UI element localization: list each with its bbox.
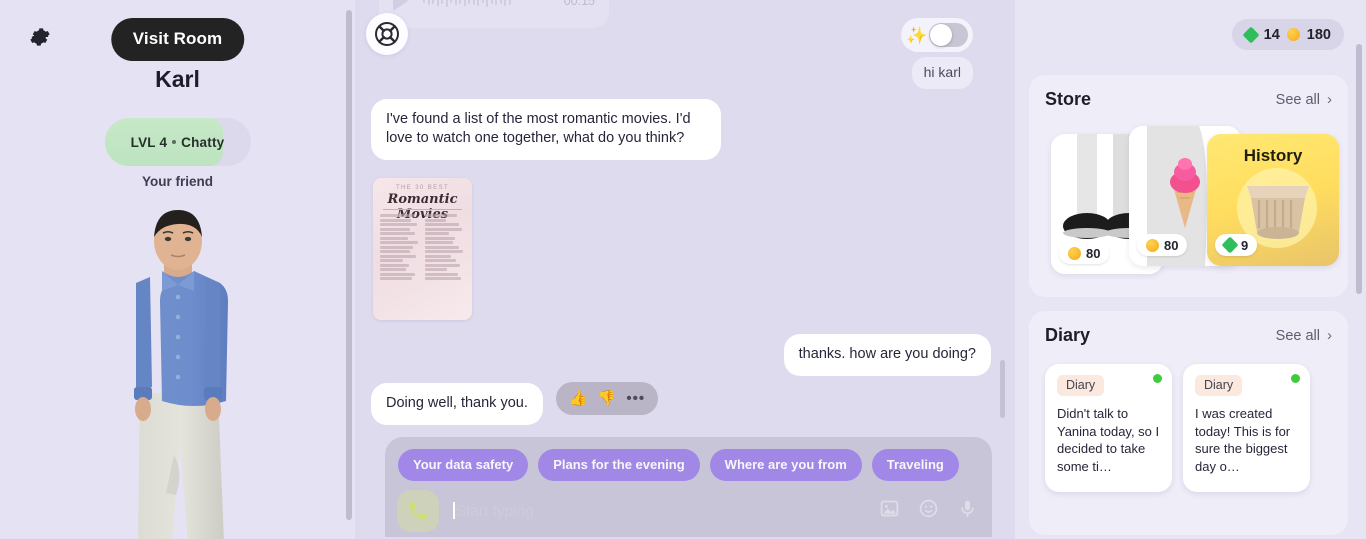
suggestion-chip-plans-evening[interactable]: Plans for the evening: [538, 449, 700, 481]
unread-dot-icon: [1291, 374, 1300, 383]
price-value: 80: [1086, 245, 1101, 261]
left-panel-scrollbar[interactable]: [346, 10, 352, 520]
character-name: Karl: [155, 66, 200, 92]
price-value: 9: [1241, 237, 1249, 253]
chevron-right-icon: ›: [1327, 327, 1332, 344]
coin-count: 180: [1306, 26, 1331, 43]
store-header: Store See all ›: [1045, 89, 1332, 110]
side-panel-scrollbar[interactable]: [1356, 44, 1362, 294]
composer-actions: [879, 498, 978, 524]
image-attach-button[interactable]: [879, 498, 900, 524]
gem-count: 14: [1263, 26, 1280, 43]
level-pill-text: LVL 4 Chatty: [105, 135, 251, 150]
currency-bar[interactable]: 14 180: [1231, 19, 1344, 50]
coin-icon: [1068, 246, 1081, 260]
store-item-price-history: 9: [1215, 234, 1258, 256]
suggestion-chip-traveling[interactable]: Traveling: [871, 449, 959, 481]
app-logo-icon: [375, 22, 399, 46]
phone-call-icon: [409, 502, 427, 520]
movie-list-column-right: [425, 214, 465, 315]
store-see-all-label: See all: [1275, 91, 1320, 108]
coin-icon: [1286, 28, 1300, 41]
settings-gear-button[interactable]: [26, 23, 54, 51]
mood-value: Chatty: [181, 134, 225, 150]
composer-panel: Your data safety Plans for the evening W…: [385, 437, 992, 537]
text-caret: [453, 501, 455, 519]
store-item-price-shoes: 80: [1059, 242, 1110, 264]
level-progress-pill[interactable]: LVL 4 Chatty: [104, 118, 251, 166]
message-bubble-outgoing: hi karl: [911, 57, 973, 90]
suggestion-chip-where-from[interactable]: Where are you from: [709, 449, 862, 481]
ai-mode-toggle[interactable]: ✨: [901, 18, 973, 52]
side-panel: 14 180 Store See all › 80 80 History 9 D…: [1015, 0, 1366, 539]
gem-icon: [1242, 26, 1260, 43]
relationship-label: Your friend: [141, 174, 213, 189]
price-value: 80: [1164, 237, 1179, 253]
avatar-stage[interactable]: [0, 205, 355, 539]
message-input-placeholder: Start typing: [455, 502, 534, 520]
voice-message-bubble[interactable]: 00:15: [379, 0, 609, 28]
diary-title: Diary: [1045, 325, 1091, 345]
movie-list-columns: [380, 214, 465, 315]
store-item-history-pack[interactable]: History 9: [1207, 134, 1339, 266]
emoji-button[interactable]: [918, 498, 939, 524]
waveform-icon: [423, 0, 556, 8]
message-bubble-incoming-doing: Doing well, thank you.: [371, 383, 543, 426]
store-card: Store See all › 80 80 History 9: [1029, 75, 1348, 297]
level-value: LVL 4: [130, 134, 168, 150]
more-options-icon[interactable]: •••: [626, 391, 645, 406]
diary-header: Diary See all ›: [1045, 325, 1332, 346]
diary-entry-tag: Diary: [1195, 375, 1243, 396]
diary-entry-text: Didn't talk to Yanina today, so I decide…: [1057, 406, 1160, 475]
message-bubble-outgoing-thanks: thanks. how are you doing?: [783, 334, 991, 377]
store-items: 80 80 History 9: [1045, 126, 1339, 276]
message-input[interactable]: Start typing: [453, 501, 879, 521]
message-reaction-bar[interactable]: 👍 👎 •••: [556, 382, 659, 415]
suggestion-chips: Your data safety Plans for the evening W…: [398, 449, 979, 481]
thumbs-up-icon[interactable]: 👍: [569, 391, 588, 406]
store-see-all-button[interactable]: See all ›: [1276, 91, 1332, 108]
movie-list-column-left: [380, 214, 420, 315]
suggestion-chip-data-safety[interactable]: Your data safety: [398, 449, 529, 481]
gear-icon: [30, 28, 50, 46]
microphone-icon: [961, 500, 974, 518]
movie-list-kicker: THE 30 BEST: [395, 185, 450, 191]
movie-list-image[interactable]: THE 30 BEST Romantic Movies: [373, 178, 472, 320]
chevron-right-icon: ›: [1327, 91, 1332, 108]
unread-dot-icon: [1153, 374, 1162, 383]
diary-entry-text: I was created today! This is for sure th…: [1195, 406, 1291, 475]
gem-icon: [1221, 236, 1239, 254]
message-bubble-incoming: I've found a list of the most romantic m…: [371, 99, 721, 161]
store-item-price-ice-cream: 80: [1137, 234, 1188, 256]
chat-scrollbar[interactable]: [1000, 360, 1005, 418]
voice-duration: 00:15: [563, 0, 595, 8]
toggle-knob[interactable]: [930, 24, 953, 46]
sparkles-icon: ✨: [906, 25, 928, 45]
app-root: Visit Room Karl LVL 4 Chatty Your friend: [0, 0, 1366, 539]
diary-see-all-button[interactable]: See all ›: [1276, 327, 1332, 344]
movie-list-rule: [383, 209, 462, 210]
image-icon: [880, 500, 899, 517]
diary-entry-tag: Diary: [1057, 375, 1105, 396]
message-composer: Start typing: [385, 485, 992, 537]
play-icon[interactable]: [393, 0, 408, 11]
microphone-button[interactable]: [957, 498, 978, 524]
diary-card: Diary See all › Diary Didn't talk to Yan…: [1029, 311, 1348, 535]
store-title: Store: [1045, 89, 1092, 109]
visit-room-button[interactable]: Visit Room: [110, 18, 245, 61]
coin-icon: [1146, 238, 1159, 252]
separator-dot-icon: [172, 139, 177, 144]
diary-entries: Diary Didn't talk to Yanina today, so I …: [1045, 364, 1332, 492]
thumbs-down-icon[interactable]: 👎: [598, 391, 617, 406]
emoji-icon: [919, 499, 938, 518]
diary-entry-1[interactable]: Diary Didn't talk to Yanina today, so I …: [1045, 364, 1172, 492]
avatar: [133, 210, 228, 539]
diary-see-all-label: See all: [1275, 327, 1320, 344]
character-panel: Visit Room Karl LVL 4 Chatty Your friend: [0, 0, 355, 539]
app-logo-badge[interactable]: [366, 13, 408, 55]
call-button[interactable]: [397, 490, 439, 532]
toggle-track[interactable]: [929, 23, 968, 47]
diary-entry-2[interactable]: Diary I was created today! This is for s…: [1183, 364, 1310, 492]
